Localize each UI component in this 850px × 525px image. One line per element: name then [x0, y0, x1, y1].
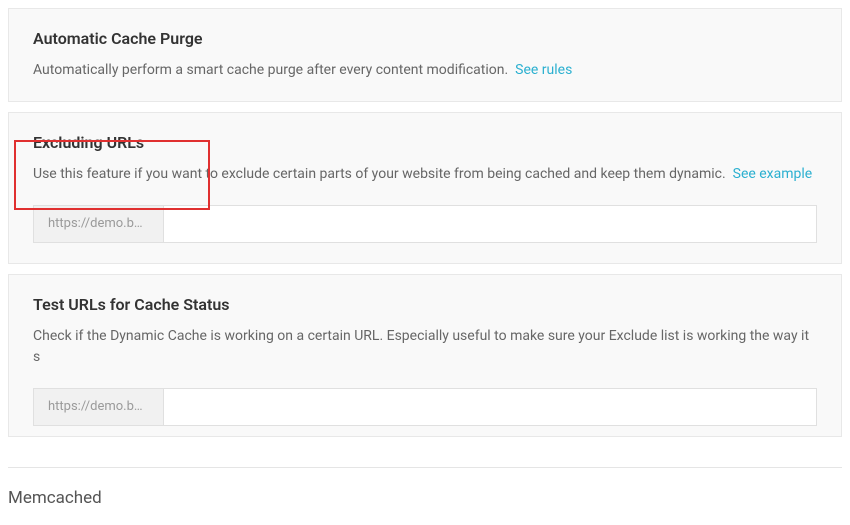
auto-cache-purge-desc-text: Automatically perform a smart cache purg…	[33, 62, 508, 78]
test-urls-title: Test URLs for Cache Status	[33, 295, 817, 314]
excluding-urls-panel: Excluding URLs Use this feature if you w…	[8, 112, 842, 264]
excluding-urls-title: Excluding URLs	[33, 133, 817, 152]
excluding-urls-desc-text: Use this feature if you want to exclude …	[33, 166, 726, 182]
test-urls-input-row: https://demo.b…	[33, 388, 817, 426]
excluding-urls-input[interactable]	[163, 205, 817, 243]
excluding-urls-input-row: https://demo.b…	[33, 205, 817, 243]
memcached-title: Memcached	[8, 488, 850, 508]
auto-cache-purge-title: Automatic Cache Purge	[33, 29, 817, 48]
see-examples-link[interactable]: See example	[733, 166, 813, 182]
auto-cache-purge-desc: Automatically perform a smart cache purg…	[33, 60, 817, 81]
test-urls-prefix: https://demo.b…	[33, 388, 163, 426]
auto-cache-purge-panel: Automatic Cache Purge Automatically perf…	[8, 8, 842, 102]
section-divider	[8, 467, 842, 468]
excluding-urls-prefix: https://demo.b…	[33, 205, 163, 243]
test-urls-panel: Test URLs for Cache Status Check if the …	[8, 274, 842, 437]
excluding-urls-desc: Use this feature if you want to exclude …	[33, 164, 817, 185]
test-urls-input[interactable]	[163, 388, 817, 426]
test-urls-desc: Check if the Dynamic Cache is working on…	[33, 326, 817, 368]
see-rules-link[interactable]: See rules	[515, 62, 572, 78]
